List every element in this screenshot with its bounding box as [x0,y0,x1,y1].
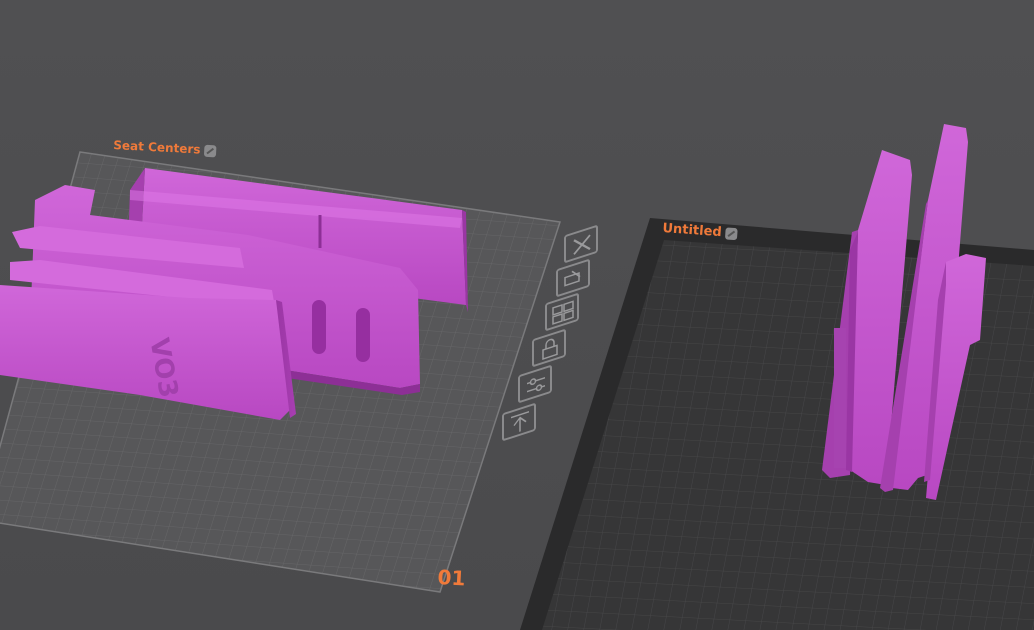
3d-viewport[interactable]: VO3 [0,0,1034,630]
plate-number: 01 [437,565,467,591]
plate-lock-icon[interactable] [204,144,217,157]
plate-lock-icon-2[interactable] [725,226,739,240]
